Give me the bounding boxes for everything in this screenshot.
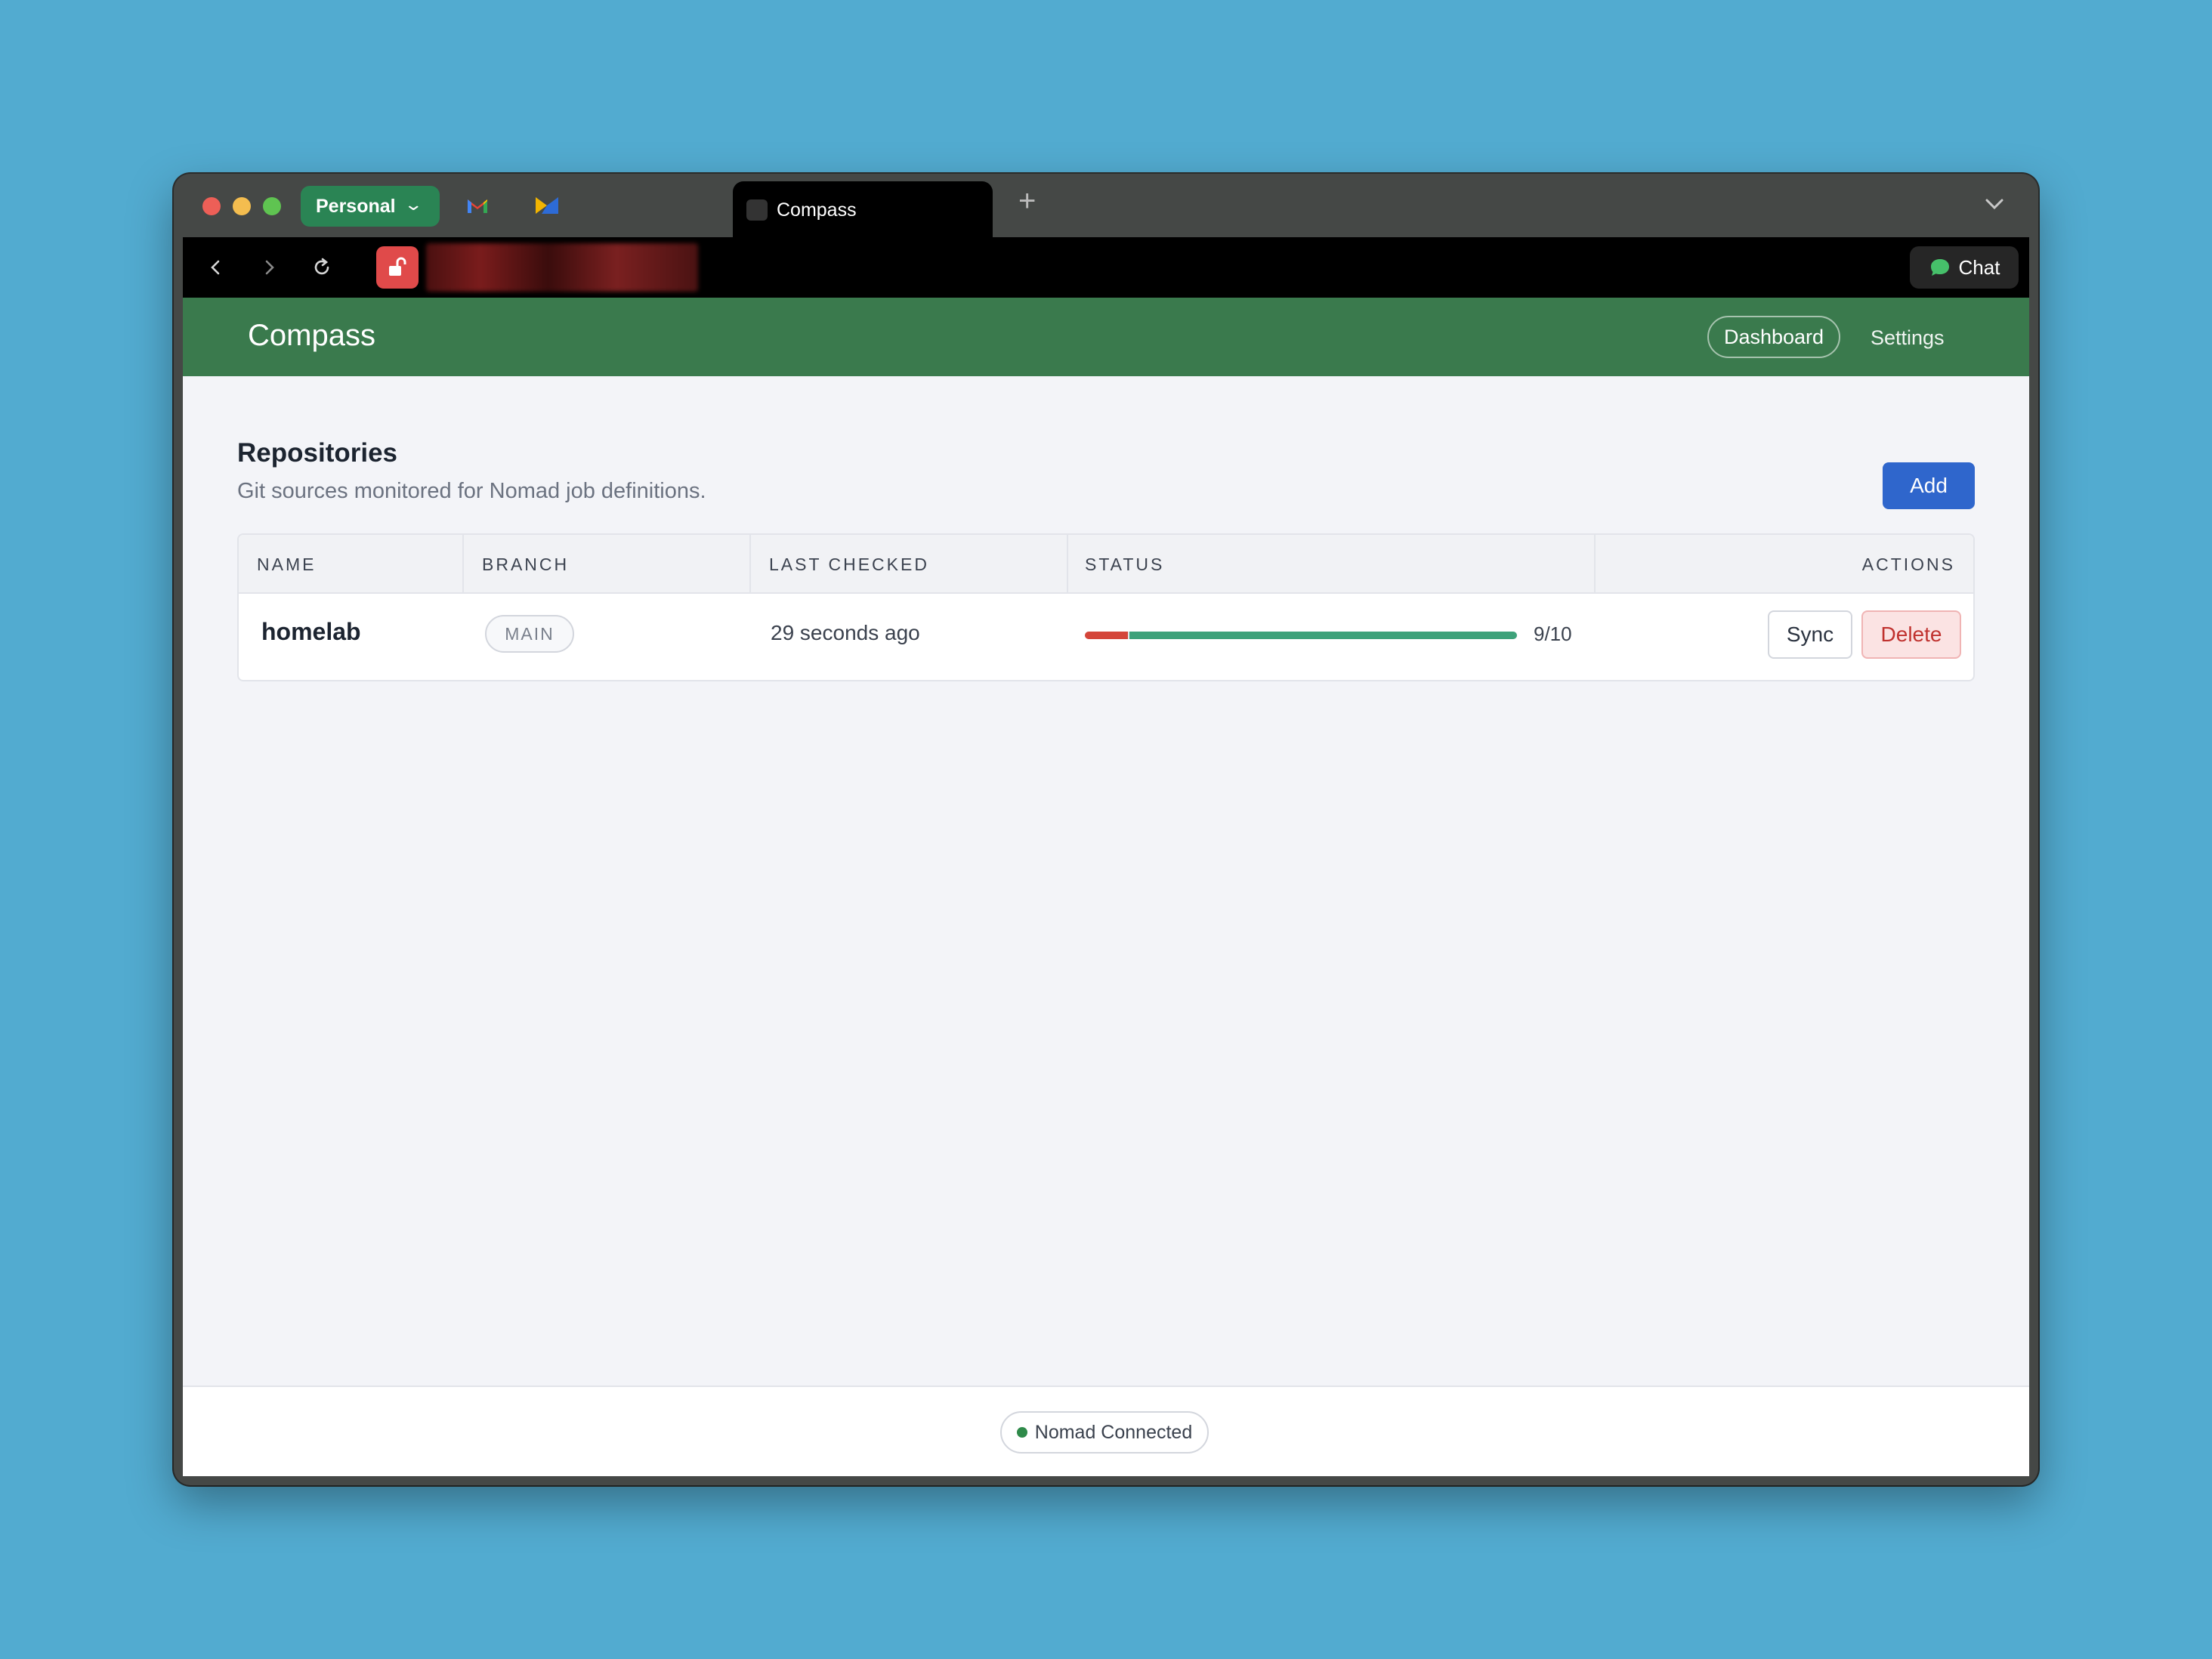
reload-button[interactable] — [307, 252, 337, 283]
mail-icon — [536, 197, 558, 214]
app-brand[interactable]: Compass — [248, 319, 375, 353]
tab-favicon — [746, 199, 768, 221]
pinned-tab-mail[interactable] — [532, 190, 562, 221]
repositories-table: NAME BRANCH LAST CHECKED STATUS ACTIONS … — [237, 533, 1975, 681]
app-header: Compass Dashboard Settings — [183, 298, 2029, 376]
nav-settings[interactable]: Settings — [1871, 326, 1945, 350]
app-footer: Nomad Connected — [183, 1386, 2029, 1476]
column-header-status: STATUS — [1085, 554, 1165, 574]
chat-label: Chat — [1958, 255, 2000, 279]
nav-dashboard[interactable]: Dashboard — [1707, 316, 1840, 358]
pinned-tab-gmail[interactable] — [462, 190, 493, 221]
browser-toolbar: Chat — [183, 237, 2029, 298]
chevron-down-icon — [1985, 199, 2003, 210]
window-controls — [202, 197, 281, 215]
new-tab-button[interactable]: + — [1018, 184, 1036, 218]
gmail-icon — [468, 199, 487, 213]
section-subtitle: Git sources monitored for Nomad job defi… — [237, 479, 706, 503]
arrow-back-icon — [211, 260, 220, 275]
status-dot-icon — [1016, 1427, 1027, 1438]
status-count: 9/10 — [1534, 623, 1572, 645]
tab-overview-button[interactable] — [1981, 190, 2008, 218]
close-window-button[interactable] — [202, 197, 221, 215]
tab-title: Compass — [777, 199, 857, 221]
back-button[interactable] — [201, 252, 231, 283]
connection-status-label: Nomad Connected — [1034, 1421, 1193, 1443]
chat-button[interactable]: Chat — [1910, 246, 2019, 289]
profile-label: Personal — [316, 195, 396, 217]
column-header-branch: BRANCH — [482, 554, 570, 574]
branch-badge: MAIN — [485, 615, 574, 653]
tab-strip: Personal ⌄ Compass + — [174, 174, 2038, 239]
status-failed-segment — [1085, 632, 1129, 639]
add-repository-button[interactable]: Add — [1883, 462, 1975, 509]
browser-window: Personal ⌄ Compass + Chat Compass Dashbo… — [174, 174, 2038, 1485]
sync-button[interactable]: Sync — [1768, 610, 1852, 659]
last-checked: 29 seconds ago — [771, 621, 920, 644]
tab-compass[interactable]: Compass — [733, 181, 993, 239]
status-progress-bar — [1085, 632, 1517, 639]
column-header-last-checked: LAST CHECKED — [769, 554, 929, 574]
repo-name[interactable]: homelab — [261, 618, 361, 646]
chat-bubble-icon — [1930, 259, 1949, 276]
column-header-name: NAME — [257, 554, 317, 574]
column-divider — [749, 535, 751, 594]
minimize-window-button[interactable] — [233, 197, 251, 215]
table-header: NAME BRANCH LAST CHECKED STATUS ACTIONS — [239, 535, 1973, 594]
reload-icon — [314, 258, 329, 275]
column-divider — [462, 535, 464, 594]
delete-button[interactable]: Delete — [1861, 610, 1961, 659]
chevron-down-icon: ⌄ — [403, 195, 423, 214]
site-security-button[interactable] — [376, 246, 419, 289]
column-divider — [1067, 535, 1068, 594]
status-ok-segment — [1129, 632, 1517, 639]
maximize-window-button[interactable] — [263, 197, 281, 215]
column-divider — [1594, 535, 1596, 594]
connection-status-badge: Nomad Connected — [1000, 1411, 1209, 1454]
address-bar-redacted[interactable] — [426, 243, 698, 292]
app-page: Compass Dashboard Settings Repositories … — [183, 298, 2029, 1476]
forward-button[interactable] — [254, 252, 284, 283]
column-header-actions: ACTIONS — [1861, 554, 1955, 574]
profile-switcher[interactable]: Personal ⌄ — [301, 186, 440, 227]
section-title: Repositories — [237, 438, 397, 468]
arrow-forward-icon — [265, 260, 274, 275]
unlocked-icon — [389, 257, 406, 276]
